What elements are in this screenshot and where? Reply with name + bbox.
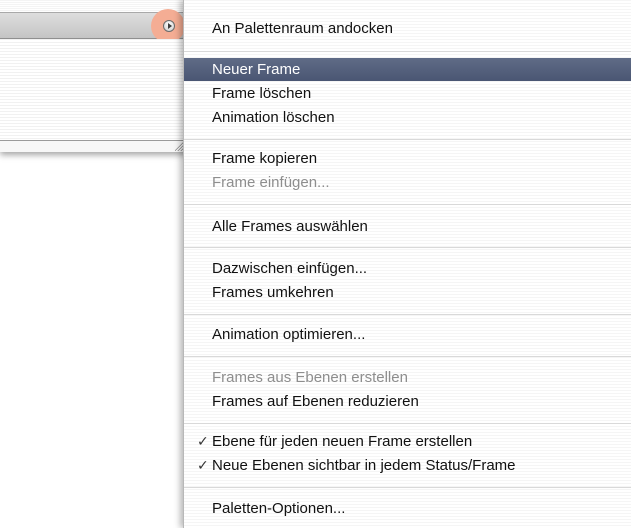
menu-item-palette-options[interactable]: Paletten-Optionen... xyxy=(184,497,631,520)
menu-separator xyxy=(184,487,631,488)
menu-item-reverse-frames[interactable]: Frames umkehren xyxy=(184,281,631,304)
menu-item-dock-to-palette-well[interactable]: An Palettenraum andocken xyxy=(184,17,631,40)
menu-item-select-all-frames[interactable]: Alle Frames auswählen xyxy=(184,215,631,238)
menu-item-delete-animation[interactable]: Animation löschen xyxy=(184,106,631,129)
menu-item-paste-frame: Frame einfügen... xyxy=(212,174,330,191)
menu-separator xyxy=(184,423,631,424)
menu-separator xyxy=(184,51,631,52)
menu-item-label: Neue Ebenen sichtbar in jedem Status/Fra… xyxy=(212,457,516,474)
menu-separator xyxy=(184,139,631,140)
menu-separator xyxy=(184,314,631,315)
menu-item-copy-frame[interactable]: Frame kopieren xyxy=(184,147,631,170)
menu-item-tween[interactable]: Dazwischen einfügen... xyxy=(184,257,631,280)
menu-item-delete-frame[interactable]: Frame löschen xyxy=(184,82,631,105)
menu-item-flatten-frames-into-layers[interactable]: Frames auf Ebenen reduzieren xyxy=(184,390,631,413)
palette-menu-button[interactable] xyxy=(163,20,175,32)
checkmark-icon: ✓ xyxy=(197,457,209,473)
menu-item-create-layer-for-each-new-frame[interactable]: ✓ Ebene für jeden neuen Frame erstellen xyxy=(184,430,631,453)
menu-item-make-frames-from-layers: Frames aus Ebenen erstellen xyxy=(212,369,408,386)
menu-separator xyxy=(184,356,631,357)
palette-menu-triangle-icon xyxy=(168,23,172,29)
menu-item-new-layers-visible-in-all-frames[interactable]: ✓ Neue Ebenen sichtbar in jedem Status/F… xyxy=(184,454,631,477)
palette-footer xyxy=(0,140,190,152)
menu-item-optimize-animation[interactable]: Animation optimieren... xyxy=(184,323,631,346)
menu-item-label: Ebene für jeden neuen Frame erstellen xyxy=(212,433,473,450)
menu-separator xyxy=(184,247,631,248)
palette-popup-menu: An Palettenraum andocken Neuer Frame Fra… xyxy=(183,0,631,528)
palette-content-area xyxy=(0,39,190,141)
menu-separator xyxy=(184,204,631,205)
animation-palette-window xyxy=(0,0,190,152)
checkmark-icon: ✓ xyxy=(197,433,209,449)
menu-item-new-frame[interactable]: Neuer Frame xyxy=(184,58,631,81)
